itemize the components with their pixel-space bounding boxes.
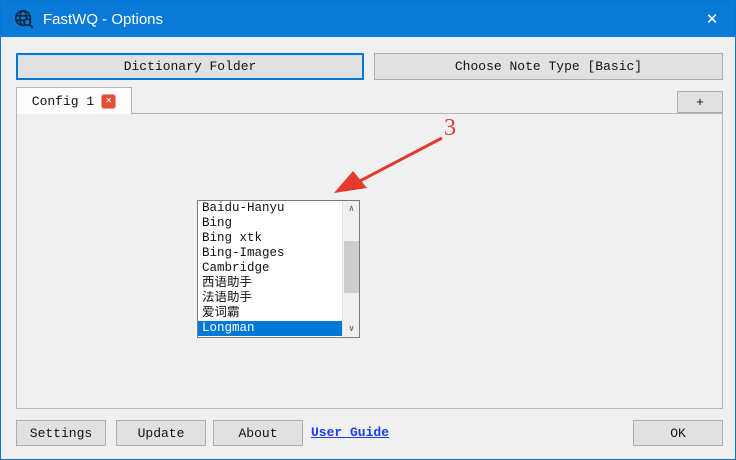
titlebar: FastWQ - Options ✕ (1, 1, 735, 37)
window-title: FastWQ - Options (43, 11, 163, 28)
tab-close-icon[interactable]: ✕ (101, 94, 116, 109)
dropdown-item[interactable]: 西语助手 (198, 276, 359, 291)
app-globe-search-icon (13, 8, 35, 30)
dropdown-item[interactable]: 法语助手 (198, 291, 359, 306)
dropdown-item[interactable]: Cambridge (198, 261, 359, 276)
user-guide-link[interactable]: User Guide (311, 420, 389, 446)
fastwq-options-window: FastWQ - Options ✕ Dictionary Folder Cho… (0, 0, 736, 460)
dropdown-items: Baidu-HanyuBingBing xtkBing-ImagesCambri… (198, 201, 359, 336)
dropdown-item[interactable]: Bing (198, 216, 359, 231)
tab-config-1-label: Config 1 (32, 94, 94, 109)
dropdown-item[interactable]: Baidu-Hanyu (198, 201, 359, 216)
scrollbar-thumb[interactable] (344, 241, 359, 293)
ok-button[interactable]: OK (633, 420, 723, 446)
dictionary-dropdown-list: Baidu-HanyuBingBing xtkBing-ImagesCambri… (197, 200, 360, 338)
tab-config-1[interactable]: Config 1 ✕ (16, 87, 132, 114)
dropdown-item[interactable]: Longman (198, 321, 359, 336)
close-icon[interactable]: ✕ (689, 1, 735, 37)
settings-button[interactable]: Settings (16, 420, 106, 446)
dropdown-item[interactable]: Bing-Images (198, 246, 359, 261)
add-config-button[interactable]: + (677, 91, 723, 113)
about-button[interactable]: About (213, 420, 303, 446)
scroll-down-icon[interactable]: ∨ (343, 321, 360, 337)
dropdown-scrollbar[interactable]: ∧ ∨ (342, 201, 359, 337)
scroll-up-icon[interactable]: ∧ (343, 201, 360, 217)
dictionary-folder-button[interactable]: Dictionary Folder (16, 53, 364, 80)
update-button[interactable]: Update (116, 420, 206, 446)
dropdown-item[interactable]: Bing xtk (198, 231, 359, 246)
choose-note-type-button[interactable]: Choose Note Type [Basic] (374, 53, 723, 80)
config-groupbox (16, 113, 723, 409)
dropdown-item[interactable]: 爱词霸 (198, 306, 359, 321)
